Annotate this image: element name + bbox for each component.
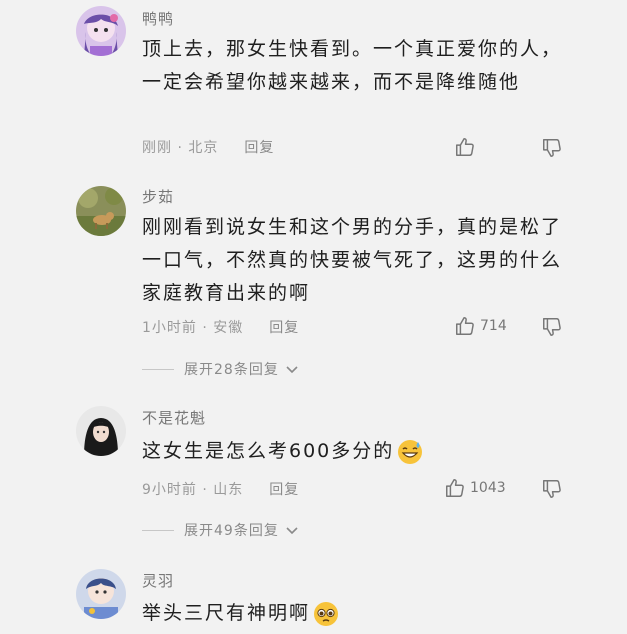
pleading-emoji — [314, 601, 339, 626]
divider — [142, 368, 174, 370]
dislike-button[interactable] — [541, 137, 563, 159]
thumbs-up-icon — [454, 315, 476, 337]
thumbs-down-icon — [541, 478, 563, 500]
thumbs-up-icon — [444, 477, 466, 499]
like-button[interactable] — [454, 136, 476, 158]
thumbs-down-icon — [541, 316, 563, 338]
avatar[interactable] — [76, 406, 126, 456]
username[interactable]: 鸭鸭 — [142, 8, 174, 29]
username[interactable]: 步茹 — [142, 186, 174, 207]
expand-replies-button[interactable]: 展开28条回复 — [142, 359, 299, 379]
comment-text: 举头三尺有神明啊 — [142, 597, 582, 630]
like-button[interactable]: 1043 — [444, 477, 506, 499]
username[interactable]: 灵羽 — [142, 570, 174, 591]
reply-button[interactable]: 回复 — [244, 140, 274, 156]
thumbs-down-icon — [541, 137, 563, 159]
chevron-down-icon — [285, 523, 299, 537]
comment-meta: 9小时前 · 山东 回复 — [142, 479, 299, 499]
comment-text: 这女生是怎么考600多分的 — [142, 435, 582, 468]
time-location: 1小时前 · 安徽 — [142, 320, 244, 336]
expand-replies-label: 展开49条回复 — [184, 523, 279, 539]
divider — [142, 529, 174, 531]
dislike-button[interactable] — [541, 316, 563, 338]
reply-button[interactable]: 回复 — [269, 482, 299, 498]
reply-button[interactable]: 回复 — [269, 320, 299, 336]
time-location: 刚刚 · 北京 — [142, 140, 219, 156]
comment-text-body: 举头三尺有神明啊 — [142, 602, 311, 624]
sweat-smile-emoji — [398, 439, 423, 464]
username[interactable]: 不是花魁 — [142, 407, 206, 428]
avatar[interactable] — [76, 6, 126, 56]
expand-replies-label: 展开28条回复 — [184, 362, 279, 378]
comment-meta: 1小时前 · 安徽 回复 — [142, 317, 299, 337]
like-count: 1043 — [470, 480, 506, 496]
thumbs-up-icon — [454, 136, 476, 158]
dislike-button[interactable] — [541, 478, 563, 500]
avatar[interactable] — [76, 569, 126, 619]
like-count: 714 — [480, 318, 507, 334]
time-location: 9小时前 · 山东 — [142, 482, 244, 498]
chevron-down-icon — [285, 362, 299, 376]
expand-replies-button[interactable]: 展开49条回复 — [142, 520, 299, 540]
comment-text-body: 这女生是怎么考600多分的 — [142, 440, 395, 462]
comment-text: 刚刚看到说女生和这个男的分手，真的是松了一口气，不然真的快要被气死了，这男的什么… — [142, 216, 563, 304]
like-button[interactable]: 714 — [454, 315, 507, 337]
avatar[interactable] — [76, 186, 126, 236]
comment-text: 顶上去，那女生快看到。一个真正爱你的人，一定会希望你越来越来，而不是降维随他 — [142, 38, 563, 93]
comment-meta: 刚刚 · 北京 回复 — [142, 137, 274, 157]
